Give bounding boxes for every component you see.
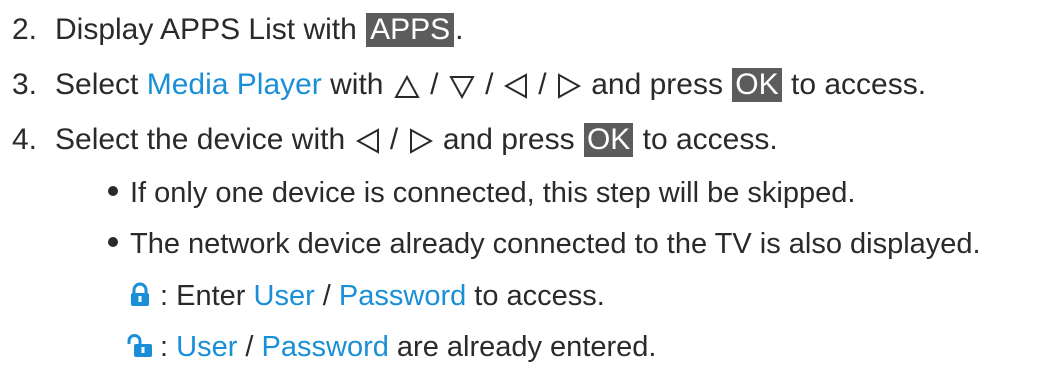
separator: /: [421, 68, 447, 101]
separator: /: [476, 68, 502, 101]
left-arrow-icon: [355, 128, 379, 154]
right-arrow-icon: [557, 73, 581, 99]
ok-key: OK: [732, 68, 782, 102]
bullet-dot: [108, 186, 118, 196]
user-link: User: [253, 280, 315, 312]
step-text-part: and press: [434, 123, 583, 156]
step-text: Display APPS List with APPS.: [55, 13, 464, 47]
step-text-part: Select the device with: [55, 123, 354, 156]
password-link: Password: [338, 280, 467, 312]
right-arrow-icon: [409, 128, 433, 154]
unlocked-row: : User / Password are already entered.: [126, 327, 656, 367]
step-number: 4.: [11, 123, 37, 156]
step-3: 3. Select Media Player with / / / and pre…: [0, 65, 926, 105]
lock-row-text: are already entered.: [388, 331, 657, 363]
ok-key: OK: [583, 123, 634, 157]
step-2: 2. Display APPS List with APPS.: [0, 10, 464, 50]
step-4: 4. Select the device with / and press OK …: [0, 120, 778, 160]
separator: /: [381, 123, 407, 156]
unlocked-icon: [127, 334, 152, 357]
lock-row-text: : Enter: [160, 280, 254, 312]
locked-icon: [128, 282, 152, 307]
apps-key: APPS: [366, 13, 455, 47]
up-arrow-icon: [394, 75, 420, 98]
bullet-dot: [108, 237, 118, 247]
locked-row: : Enter User / Password to access.: [126, 276, 605, 316]
step-text: Select the device with / and press OK to…: [55, 123, 778, 157]
step-number: 3.: [11, 68, 37, 101]
bullet-item: If only one device is connected, this st…: [108, 173, 855, 213]
step-text-part: and press: [582, 68, 732, 101]
step-text-part: .: [455, 13, 464, 46]
step-text-part: Select: [55, 68, 147, 101]
bullet-item: The network device already connected to …: [108, 224, 981, 264]
bullet-text: The network device already connected to …: [130, 228, 981, 260]
step-text: Select Media Player with / / / and press…: [55, 68, 927, 102]
lock-row-text: :: [160, 331, 177, 363]
step-text-part: to access.: [782, 68, 927, 101]
lock-row-text: to access.: [466, 280, 605, 312]
step-text-part: Display APPS List with: [55, 13, 366, 46]
media-player-link: Media Player: [146, 68, 322, 101]
password-link: Password: [261, 331, 389, 363]
user-link: User: [176, 331, 238, 363]
step-number: 2.: [11, 13, 37, 46]
down-arrow-icon: [449, 76, 475, 99]
separator: /: [314, 280, 339, 312]
bullet-text: If only one device is connected, this st…: [130, 177, 856, 209]
left-arrow-icon: [503, 73, 527, 99]
step-text-part: to access.: [634, 123, 778, 156]
separator: /: [237, 331, 262, 363]
step-text-part: with: [321, 68, 392, 101]
separator: /: [529, 68, 555, 101]
